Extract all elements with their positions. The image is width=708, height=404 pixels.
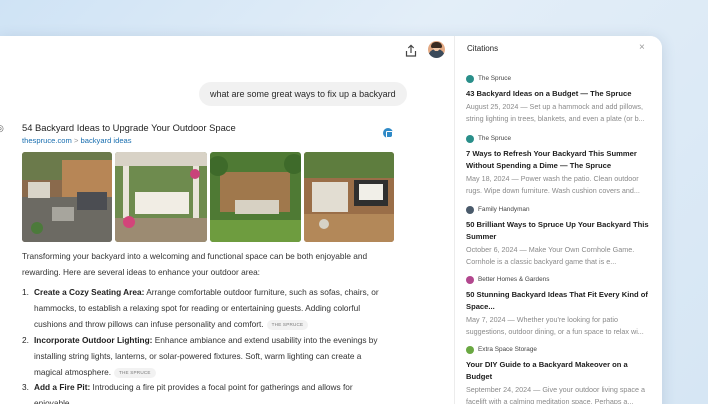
citations-header: Citations <box>467 44 499 53</box>
citation-item[interactable]: The Spruce 43 Backyard Ideas on a Budget… <box>466 73 654 125</box>
answer-list-item: 2. Incorporate Outdoor Lighting: Enhance… <box>22 332 388 380</box>
result-url[interactable]: thespruce.com > backyard ideas <box>22 136 132 145</box>
citation-snippet: October 6, 2024 — Make Your Own Cornhole… <box>466 245 635 266</box>
copilot-icon: ◎ <box>0 123 4 134</box>
citation-title[interactable]: 50 Stunning Backyard Ideas That Fit Ever… <box>466 289 654 313</box>
citation-title[interactable]: 7 Ways to Refresh Your Backyard This Sum… <box>466 148 654 172</box>
answer-intro: Transforming your backyard into a welcom… <box>22 251 368 277</box>
citation-title[interactable]: 50 Brilliant Ways to Spruce Up Your Back… <box>466 219 654 243</box>
gallery-image-1[interactable] <box>22 152 112 242</box>
source-favicon-icon <box>466 206 474 214</box>
image-gallery <box>22 152 394 242</box>
citation-snippet: May 18, 2024 — Power wash the patio. Cle… <box>466 174 640 195</box>
result-path[interactable]: backyard ideas <box>81 136 132 145</box>
item-heading: Add a Fire Pit: <box>34 382 91 392</box>
citation-source: Extra Space Storage <box>478 346 537 353</box>
conversation-panel: ◎ what are some great ways to fix up a b… <box>0 36 454 404</box>
source-favicon-icon <box>466 75 474 83</box>
citation-source: The Spruce <box>478 135 512 142</box>
gallery-image-2[interactable] <box>115 152 207 242</box>
source-tag[interactable]: THE SPRUCE <box>266 319 309 330</box>
citation-title[interactable]: 43 Backyard Ideas on a Budget — The Spru… <box>466 88 654 100</box>
citation-item[interactable]: Extra Space Storage Your DIY Guide to a … <box>466 344 654 404</box>
item-heading: Incorporate Outdoor Lighting: <box>34 335 153 345</box>
chat-window: ◎ what are some great ways to fix up a b… <box>0 36 662 404</box>
citation-title[interactable]: Your DIY Guide to a Backyard Makeover on… <box>466 359 654 383</box>
item-number: 1. <box>22 287 29 297</box>
answer-list-item: 1. Create a Cozy Seating Area: Arrange c… <box>22 284 388 332</box>
answer-list-item: 3. Add a Fire Pit: Introducing a fire pi… <box>22 379 388 404</box>
item-number: 2. <box>22 335 29 345</box>
gallery-image-4[interactable] <box>304 152 394 242</box>
user-avatar[interactable] <box>428 41 445 58</box>
item-heading: Create a Cozy Seating Area: <box>34 287 145 297</box>
citation-item[interactable]: The Spruce 7 Ways to Refresh Your Backya… <box>466 133 654 197</box>
citation-icon[interactable] <box>383 128 393 138</box>
citation-item[interactable]: Better Homes & Gardens 50 Stunning Backy… <box>466 274 654 338</box>
result-domain[interactable]: thespruce.com <box>22 136 72 145</box>
share-icon[interactable] <box>404 44 418 58</box>
citation-item[interactable]: Family Handyman 50 Brilliant Ways to Spr… <box>466 204 654 268</box>
citation-snippet: May 7, 2024 — Whether you're looking for… <box>466 315 644 336</box>
item-number: 3. <box>22 382 29 392</box>
user-message: what are some great ways to fix up a bac… <box>199 82 407 106</box>
citations-panel: Citations × The Spruce 43 Backyard Ideas… <box>455 36 662 404</box>
citation-source: Better Homes & Gardens <box>478 276 550 283</box>
citation-source: The Spruce <box>478 75 512 82</box>
citation-snippet: August 25, 2024 — Set up a hammock and a… <box>466 102 645 123</box>
result-title[interactable]: 54 Backyard Ideas to Upgrade Your Outdoo… <box>22 122 236 133</box>
source-favicon-icon <box>466 346 474 354</box>
source-favicon-icon <box>466 276 474 284</box>
source-favicon-icon <box>466 135 474 143</box>
gallery-image-3[interactable] <box>210 152 301 242</box>
source-tag[interactable]: THE SPRUCE <box>114 367 156 378</box>
close-icon[interactable]: × <box>639 42 645 53</box>
url-separator: > <box>73 136 79 145</box>
citation-snippet: September 24, 2024 — Give your outdoor l… <box>466 385 645 404</box>
citation-source: Family Handyman <box>478 206 530 213</box>
